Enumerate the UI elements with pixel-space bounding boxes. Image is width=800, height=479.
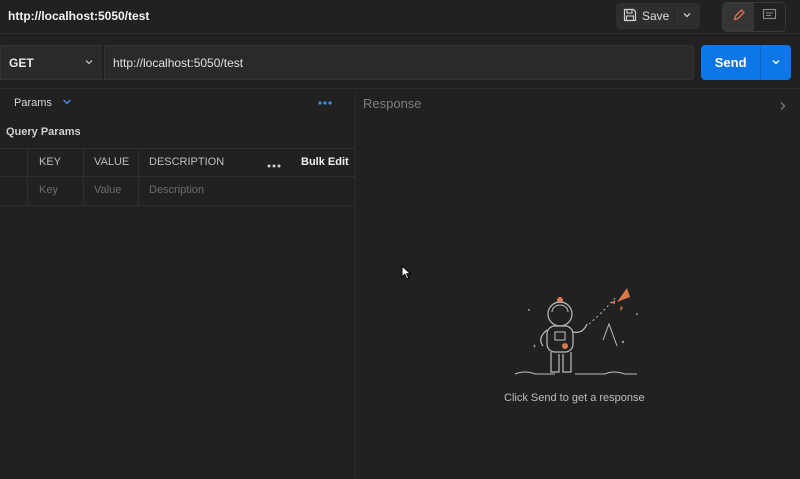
chevron-down-icon bbox=[771, 54, 781, 72]
section-title: Query Params bbox=[6, 126, 81, 138]
send-options-button[interactable] bbox=[760, 45, 791, 80]
description-input[interactable]: Description bbox=[149, 184, 204, 196]
split-divider[interactable] bbox=[355, 89, 356, 479]
column-divider bbox=[27, 149, 28, 176]
chevron-right-icon[interactable] bbox=[779, 98, 787, 116]
value-input[interactable]: Value bbox=[94, 184, 121, 196]
save-button[interactable]: Save bbox=[616, 3, 674, 29]
method-select[interactable]: GET bbox=[0, 45, 102, 80]
chevron-down-icon bbox=[84, 54, 94, 72]
column-header-description: DESCRIPTION bbox=[149, 156, 225, 168]
method-label: GET bbox=[9, 55, 34, 70]
chevron-down-icon bbox=[682, 7, 692, 25]
key-input[interactable]: Key bbox=[39, 184, 58, 196]
tab-params-label: Params bbox=[14, 97, 52, 109]
column-header-value: VALUE bbox=[94, 156, 130, 168]
table-row: Key Value Description bbox=[0, 177, 355, 206]
column-divider bbox=[27, 177, 28, 205]
send-button-group[interactable]: Send bbox=[701, 45, 791, 80]
more-icon[interactable] bbox=[317, 96, 333, 115]
view-mode-toggle bbox=[722, 2, 786, 32]
url-input[interactable]: http://localhost:5050/test bbox=[104, 45, 694, 80]
save-options-button[interactable] bbox=[673, 3, 700, 29]
column-divider bbox=[83, 177, 84, 205]
send-button[interactable]: Send bbox=[701, 45, 760, 80]
save-label: Save bbox=[642, 9, 670, 23]
empty-response-message: Click Send to get a response bbox=[504, 392, 645, 404]
comment-icon bbox=[762, 8, 777, 27]
comments-button[interactable] bbox=[754, 3, 785, 31]
mouse-cursor-icon bbox=[401, 264, 412, 286]
params-table-header: KEY VALUE DESCRIPTION Bulk Edit bbox=[0, 148, 355, 177]
tab-params[interactable]: Params bbox=[14, 97, 72, 109]
url-text: http://localhost:5050/test bbox=[113, 55, 244, 70]
pane-divider bbox=[0, 88, 800, 89]
bulk-edit-button[interactable]: Bulk Edit bbox=[301, 156, 349, 168]
response-title: Response bbox=[363, 96, 422, 111]
astronaut-illustration bbox=[505, 280, 645, 393]
column-divider bbox=[83, 149, 84, 176]
more-icon[interactable] bbox=[266, 158, 282, 176]
chevron-down-icon bbox=[62, 97, 72, 109]
save-icon bbox=[623, 8, 637, 25]
request-title[interactable]: http://localhost:5050/test bbox=[8, 9, 149, 23]
column-header-key: KEY bbox=[39, 156, 62, 168]
column-divider bbox=[138, 177, 139, 205]
column-divider bbox=[138, 149, 139, 176]
save-button-group[interactable]: Save bbox=[616, 3, 700, 29]
pencil-icon bbox=[732, 8, 746, 27]
edit-mode-button[interactable] bbox=[723, 3, 754, 31]
